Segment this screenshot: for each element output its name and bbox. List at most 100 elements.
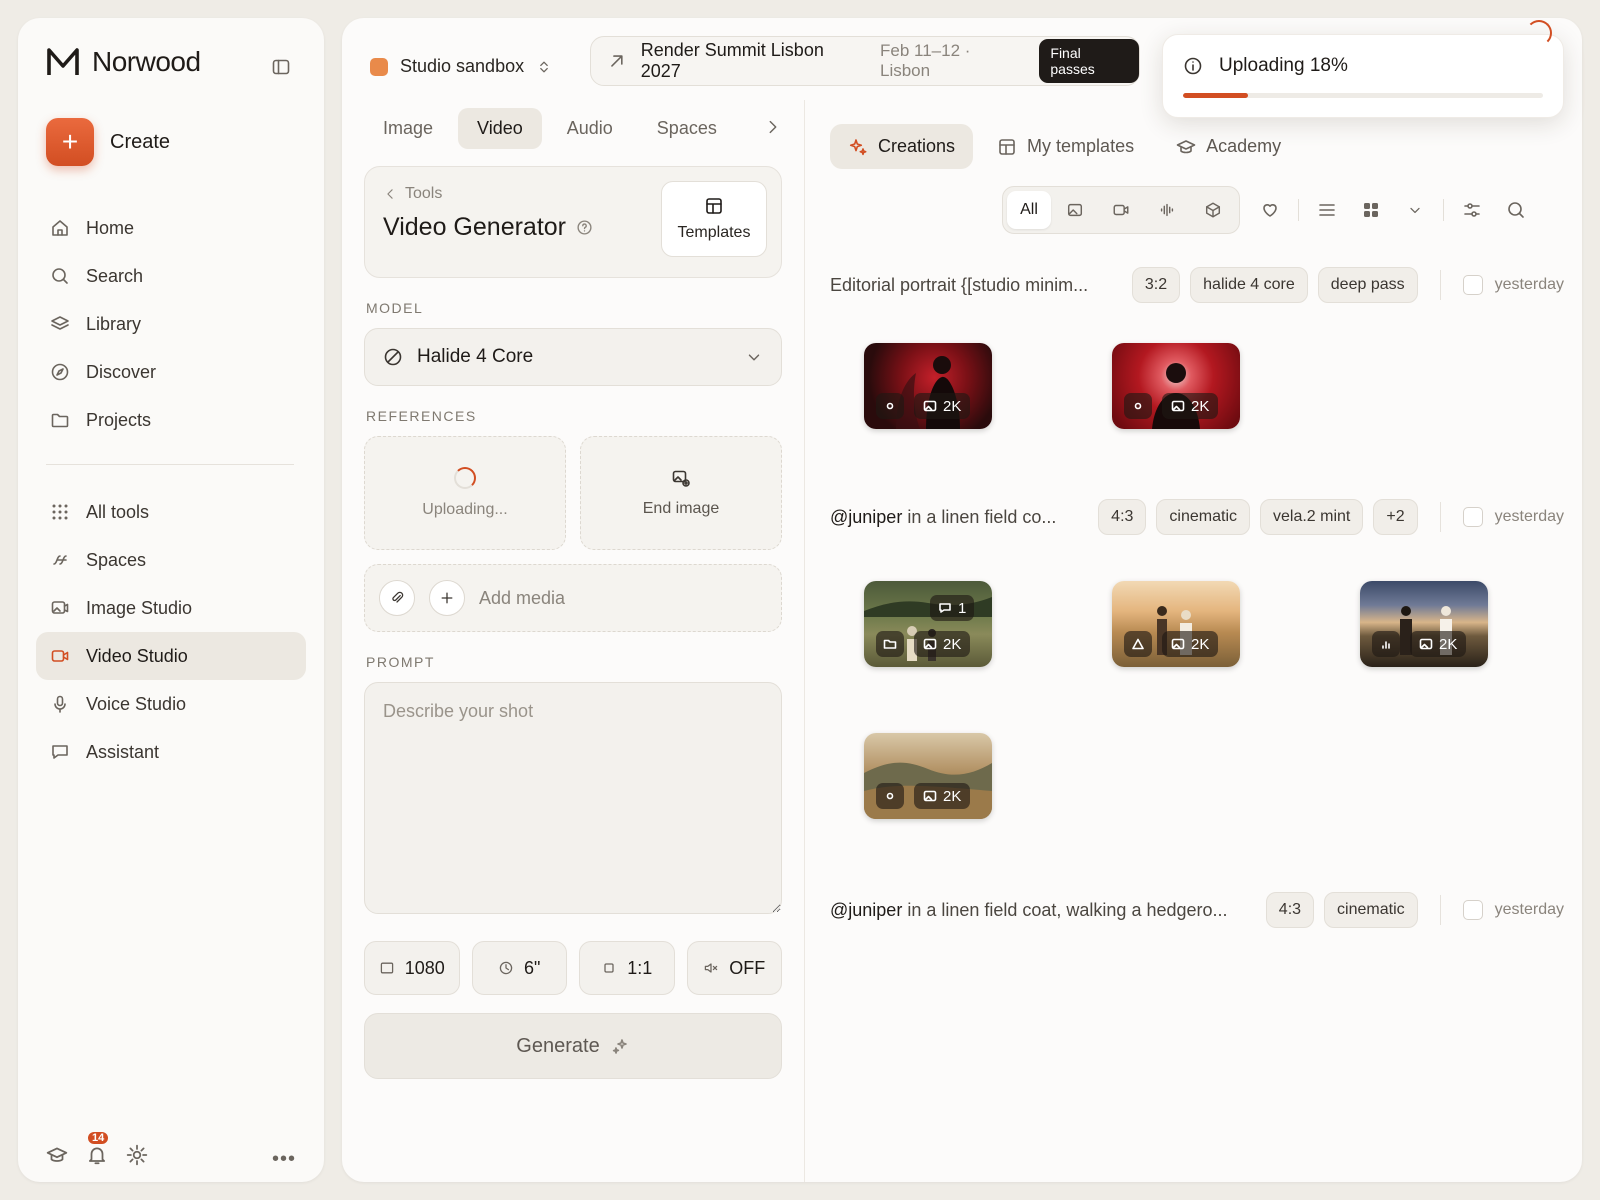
sidebar-item-projects[interactable]: Projects <box>36 396 306 444</box>
end-image-slot[interactable]: End image <box>580 436 782 550</box>
tag-more[interactable]: +2 <box>1373 499 1418 535</box>
sidebar-item-image-studio[interactable]: Image Studio <box>36 584 306 632</box>
thumb-action-chip[interactable] <box>1124 393 1152 419</box>
tab-video[interactable]: Video <box>458 107 542 149</box>
comment-count-chip[interactable]: 1 <box>930 595 975 621</box>
sidebar-item-home[interactable]: Home <box>36 204 306 252</box>
square-icon <box>604 963 614 973</box>
image-add-icon <box>672 470 690 487</box>
toast-content: Uploading 18% <box>1183 55 1348 77</box>
start-image-slot[interactable]: Uploading... <box>364 436 566 550</box>
chevron-right-icon[interactable] <box>764 118 782 136</box>
arrow-up-right-icon <box>611 55 623 67</box>
waveform-icon <box>1160 203 1174 217</box>
filter-image-button[interactable] <box>1053 191 1097 229</box>
sidebar-item-discover[interactable]: Discover <box>36 348 306 396</box>
app-logo[interactable]: Norwood <box>46 46 201 78</box>
notifications-button[interactable]: 14 <box>86 1130 111 1166</box>
generate-button[interactable]: Generate <box>364 1013 782 1079</box>
tab-audio[interactable]: Audio <box>548 108 632 149</box>
prompt-text: in a linen field coat, walking a hedgero… <box>902 899 1228 920</box>
sidebar-item-search[interactable]: Search <box>36 252 306 300</box>
filter-audio-button[interactable] <box>1145 191 1189 229</box>
favorites-button[interactable] <box>1248 188 1292 232</box>
select-checkbox[interactable] <box>1462 507 1483 527</box>
creation-thumbnail[interactable]: 2K <box>1360 581 1488 667</box>
graduation-cap-icon <box>1176 139 1196 153</box>
image-icon <box>923 400 937 412</box>
thumb-action-chip[interactable] <box>876 393 904 419</box>
grid-view-button[interactable] <box>1349 188 1393 232</box>
creation-thumbnail[interactable]: 2K <box>1112 581 1240 667</box>
add-media-label: Add media <box>479 587 566 608</box>
sidebar-item-library[interactable]: Library <box>36 300 306 348</box>
tag-model: halide 4 core <box>1190 267 1308 303</box>
prompt-textarea[interactable] <box>364 682 782 914</box>
eye-icon <box>1134 402 1142 410</box>
model-select[interactable]: Halide 4 Core <box>364 328 782 386</box>
filter-all-button[interactable]: All <box>1007 191 1051 229</box>
duration-button[interactable]: 6" <box>471 941 567 995</box>
select-checkbox[interactable] <box>1462 900 1483 920</box>
thumb-action-chip[interactable] <box>1124 631 1152 657</box>
sidebar-toggle-button[interactable] <box>266 52 296 82</box>
aspect-ratio-button[interactable]: 1:1 <box>579 941 675 995</box>
tab-academy[interactable]: Academy <box>1158 124 1299 169</box>
filter-3d-button[interactable] <box>1191 191 1235 229</box>
bell-icon <box>88 1147 106 1165</box>
thumb-action-chip[interactable] <box>876 631 904 657</box>
filter-video-button[interactable] <box>1099 191 1143 229</box>
creation-thumbnail[interactable]: 2K <box>1112 343 1240 429</box>
resolution-label: 2K <box>1191 635 1210 653</box>
workspace-switcher[interactable]: Studio sandbox <box>370 56 552 77</box>
sliders-icon <box>1464 203 1480 217</box>
help-circle-icon[interactable] <box>576 219 593 236</box>
sidebar-item-all-tools[interactable]: All tools <box>36 488 306 536</box>
notification-count-badge: 14 <box>86 1130 111 1146</box>
add-media-dropzone[interactable]: Add media <box>364 564 782 632</box>
breadcrumb[interactable]: Tools <box>383 185 442 203</box>
sidebar-item-video-studio[interactable]: Video Studio <box>36 632 306 680</box>
image-icon <box>1171 638 1185 650</box>
sidebar-item-label: Projects <box>86 409 152 430</box>
more-options-icon[interactable]: ••• <box>272 1148 296 1171</box>
select-checkbox[interactable] <box>1462 275 1483 295</box>
creation-row[interactable]: Editorial portrait {[studio minim... 3:2… <box>830 266 1564 304</box>
folder-icon <box>51 413 69 428</box>
view-options-dropdown[interactable] <box>1393 188 1437 232</box>
add-media-button[interactable] <box>429 580 465 616</box>
tab-creations[interactable]: Creations <box>830 124 974 169</box>
gear-icon[interactable] <box>126 1144 148 1166</box>
sidebar-item-assistant[interactable]: Assistant <box>36 728 306 776</box>
creation-row[interactable]: @juniper in a linen field coat, walking … <box>830 891 1564 929</box>
thumb-action-chip[interactable] <box>876 783 904 809</box>
creation-thumbnail[interactable]: 2K <box>864 733 992 819</box>
sidebar-item-spaces[interactable]: Spaces <box>36 536 306 584</box>
filters-button[interactable] <box>1450 188 1494 232</box>
tab-image[interactable]: Image <box>364 108 452 149</box>
tab-my-templates[interactable]: My templates <box>979 124 1152 169</box>
list-view-button[interactable] <box>1305 188 1349 232</box>
gallery-search-button[interactable] <box>1494 188 1538 232</box>
sidebar-divider <box>46 464 294 465</box>
upload-toast: Uploading 18% <box>1162 34 1564 118</box>
sidebar-item-voice-studio[interactable]: Voice Studio <box>36 680 306 728</box>
chat-icon <box>52 745 68 759</box>
prompt-text: Editorial portrait {[studio minim... <box>830 274 1089 295</box>
media-filter-segment: All <box>1002 186 1240 234</box>
creation-thumbnail[interactable]: 2K <box>864 343 992 429</box>
tool-header-card: Tools Video Generator Templates <box>364 166 782 278</box>
creation-row[interactable]: @juniper in a linen field co... 4:3 cine… <box>830 498 1564 536</box>
tab-spaces[interactable]: Spaces <box>638 108 736 149</box>
audio-toggle-button[interactable]: OFF <box>686 941 782 995</box>
creation-tags: 3:2 halide 4 core deep pass <box>1131 267 1418 303</box>
thumb-action-chip[interactable] <box>1372 631 1400 657</box>
templates-button[interactable]: Templates <box>661 181 767 257</box>
graduation-cap-icon[interactable] <box>46 1144 68 1166</box>
create-button[interactable]: + Create <box>46 118 170 166</box>
resolution-button[interactable]: 1080 <box>364 941 460 995</box>
tag-style: cinematic <box>1324 892 1418 928</box>
attach-button[interactable] <box>379 580 415 616</box>
event-banner[interactable]: Render Summit Lisbon 2027 Feb 11–12 · Li… <box>590 36 1140 86</box>
creation-thumbnail[interactable]: 1 2K <box>864 581 992 667</box>
